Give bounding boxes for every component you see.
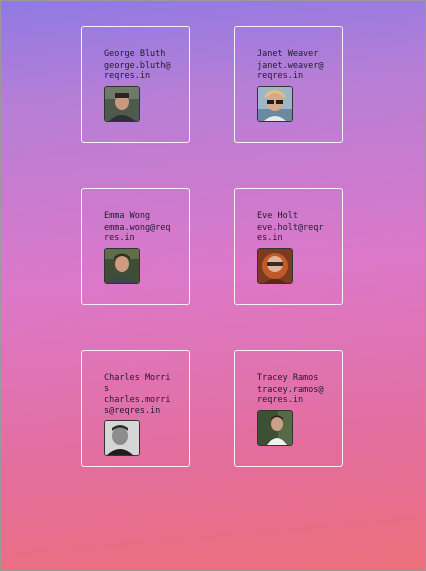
user-email: janet.weaver@reqres.in xyxy=(257,60,324,82)
avatar xyxy=(257,247,293,284)
user-name: George Bluth xyxy=(104,49,166,59)
user-name: Eve Holt xyxy=(257,211,298,221)
user-name: Janet Weaver xyxy=(257,49,319,59)
user-email: charles.morris@reqres.in xyxy=(104,395,171,416)
user-card-body: Emma Wong emma.wong@reqres.in xyxy=(104,211,174,284)
user-email: george.bluth@reqres.in xyxy=(104,60,171,82)
user-card: Tracey Ramos tracey.ramos@reqres.in xyxy=(234,350,343,467)
avatar xyxy=(104,420,140,456)
user-email: emma.wong@reqres.in xyxy=(104,222,171,244)
user-card-body: George Bluth george.bluth@reqres.in xyxy=(104,49,174,122)
user-card: Eve Holt eve.holt@reqres.in xyxy=(234,188,343,305)
user-card-body: Janet Weaver janet.weaver@reqres.in xyxy=(257,49,327,122)
user-card-body: Charles Morris charles.morris@reqres.in xyxy=(104,373,174,456)
user-email: eve.holt@reqres.in xyxy=(257,222,324,244)
avatar xyxy=(104,247,140,284)
user-card-body: Eve Holt eve.holt@reqres.in xyxy=(257,211,327,284)
user-card: Janet Weaver janet.weaver@reqres.in xyxy=(234,26,343,143)
avatar xyxy=(257,85,293,122)
page-frame xyxy=(0,0,426,571)
user-name: Tracey Ramos xyxy=(257,373,319,383)
user-card: George Bluth george.bluth@reqres.in xyxy=(81,26,190,143)
avatar xyxy=(104,85,140,122)
user-card: Emma Wong emma.wong@reqres.in xyxy=(81,188,190,305)
user-card: Charles Morris charles.morris@reqres.in xyxy=(81,350,190,467)
avatar xyxy=(257,409,293,446)
user-card-body: Tracey Ramos tracey.ramos@reqres.in xyxy=(257,373,327,446)
user-name: Charles Morris xyxy=(104,373,171,394)
user-name: Emma Wong xyxy=(104,211,151,221)
user-email: tracey.ramos@reqres.in xyxy=(257,384,324,406)
